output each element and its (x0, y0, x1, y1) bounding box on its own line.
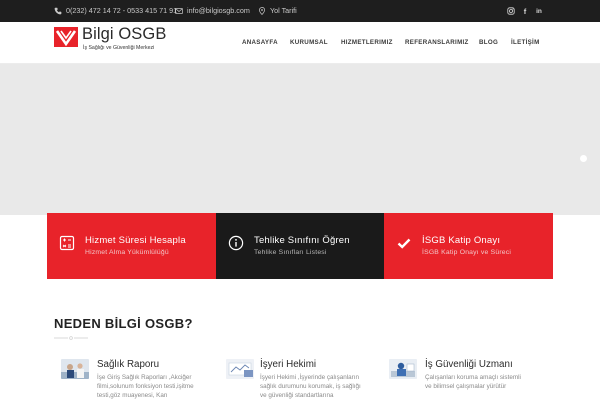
checkmark-icon (397, 238, 411, 249)
service-title[interactable]: İşyeri Hekimi (260, 359, 316, 370)
envelope-icon (175, 7, 183, 14)
map-pin-icon (259, 6, 265, 15)
feature-title: Hizmet Süresi Hesapla (85, 235, 186, 246)
service-description-line: İşe Giriş Sağlık Raporları ,Akciğer (97, 374, 192, 381)
logo-subtitle: İş Sağlığı ve Güvenliği Merkezi (83, 45, 155, 51)
nav-anasayfa[interactable]: ANASAYFA (242, 39, 278, 46)
info-icon (228, 235, 244, 251)
service-description-line: İşyeri Hekimi ,İşyerinde çalışanların (260, 374, 360, 381)
service-description-line: ve güvenliği standartlarına (260, 392, 334, 399)
phone-number: 0(232) 472 14 72 - 0533 415 71 91 (66, 6, 178, 15)
service-description-line: Çalışanları koruma amaçlı sistemli (425, 374, 521, 381)
feature-title: Tehlike Sınıfını Öğren (254, 235, 350, 246)
service-description-line: sağlık durumunu korumak, iş sağlığı (260, 383, 361, 390)
feature-subtitle: Tehlike Sınıfları Listesi (254, 249, 327, 256)
facebook-icon[interactable]: f (519, 5, 531, 17)
feature-title: İSGB Katip Onayı (422, 235, 501, 246)
logo-title[interactable]: Bilgi OSGB (82, 25, 166, 44)
phone-contact[interactable]: 0(232) 472 14 72 - 0533 415 71 91 (54, 6, 177, 15)
nav-blog[interactable]: BLOG (479, 39, 498, 46)
feature-subtitle: Hizmet Alma Yükümlülüğü (85, 249, 169, 256)
is-guvenligi-uzmani-image (389, 359, 417, 379)
nav-kurumsal[interactable]: KURUMSAL (290, 39, 328, 46)
saglik-raporu-image (61, 359, 89, 379)
service-title[interactable]: İş Güvenliği Uzmanı (425, 359, 513, 370)
feature-tehlike-sinifi[interactable]: Tehlike Sınıfını Öğren Tehlike Sınıfları… (216, 213, 384, 279)
feature-subtitle: İSGB Katip Onayı ve Süreci (422, 249, 512, 256)
section-title: NEDEN BİLGİ OSGB? (54, 316, 193, 331)
nav-iletisim[interactable]: İLETİŞİM (511, 39, 540, 46)
directions-label: Yol Tarifi (270, 6, 297, 15)
service-description-line: testi,göz muayenesi, Kan (97, 392, 168, 399)
feature-isgb-katip[interactable]: İSGB Katip Onayı İSGB Katip Onayı ve Sür… (384, 213, 553, 279)
hero-slider[interactable] (0, 64, 600, 215)
site-header: Bilgi OSGB İş Sağlığı ve Güvenliği Merke… (0, 22, 600, 64)
service-description-line: ve bilimsel çalışmalar yürütür (425, 383, 507, 390)
linkedin-icon[interactable]: in (533, 5, 545, 17)
email-address: info@bilgiosgb.com (187, 6, 250, 15)
title-divider (54, 336, 88, 340)
service-description-line: filmi,solunum fonksiyon testi,işitme (97, 383, 194, 390)
calculator-icon (59, 235, 75, 251)
instagram-icon[interactable] (505, 5, 517, 17)
slider-dot[interactable] (580, 155, 587, 162)
logo-icon[interactable] (54, 27, 78, 47)
nav-referanslarimiz[interactable]: REFERANSLARIMIZ (405, 39, 469, 46)
feature-hizmet-suresi[interactable]: Hizmet Süresi Hesapla Hizmet Alma Yüküml… (47, 213, 216, 279)
phone-icon (54, 7, 62, 14)
nav-hizmetlerimiz[interactable]: HIZMETLERIMIZ (341, 39, 393, 46)
service-title[interactable]: Sağlık Raporu (97, 359, 159, 370)
email-contact[interactable]: info@bilgiosgb.com (175, 6, 250, 15)
directions-link[interactable]: Yol Tarifi (258, 6, 297, 15)
isyeri-hekimi-image (226, 359, 254, 379)
top-bar: 0(232) 472 14 72 - 0533 415 71 91 info@b… (0, 0, 600, 22)
